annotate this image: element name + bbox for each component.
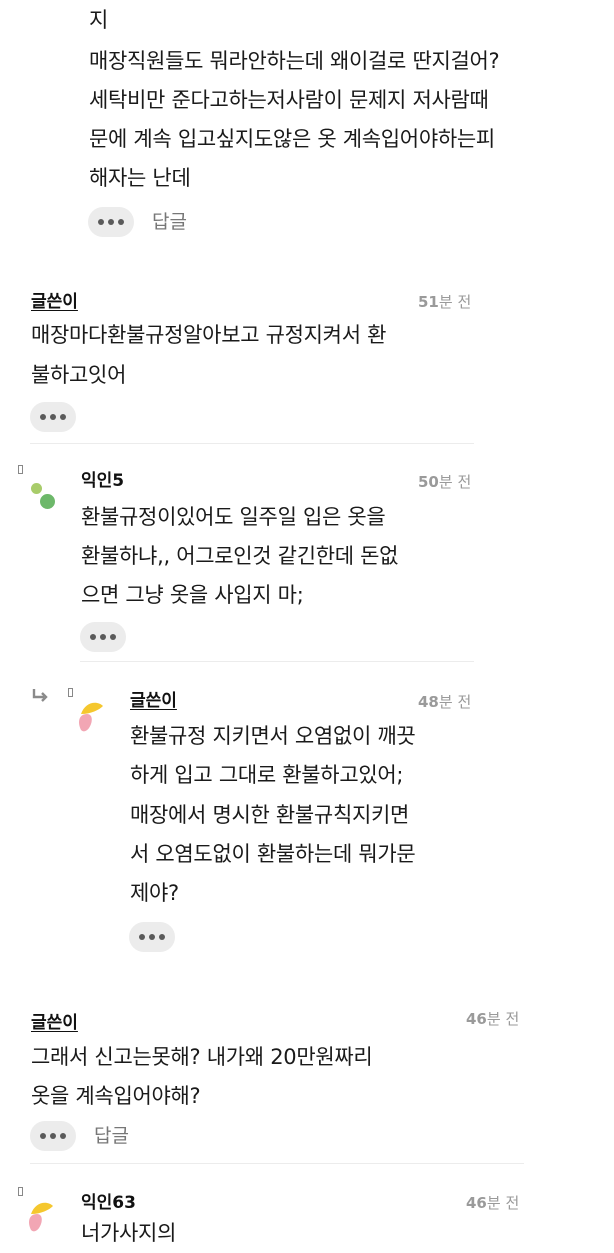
comment-line: 옷을 계속입어야해? [31,1084,201,1108]
comment-author[interactable]: 익인63 [81,1188,136,1213]
more-options-button[interactable] [30,1121,76,1151]
comment-line: 제야? [130,881,179,905]
comment-line: 지 [89,8,109,32]
reply-link[interactable]: 답글 [152,207,187,234]
more-options-button[interactable] [80,622,126,652]
comment-time: 48분 전 [418,693,472,711]
divider [30,1163,524,1164]
comment-author[interactable]: 글쓴이 [130,686,177,711]
more-options-button[interactable] [30,402,76,432]
checkbox-marker-icon [18,465,23,474]
comment-line: 환불규정이있어도 일주일 입은 옷을 [81,505,386,529]
checkbox-marker-icon [68,688,73,697]
comment-time: 50분 전 [418,473,472,491]
comment-line: 너가사지의 [81,1221,177,1245]
comment-line: 으면 그냥 옷을 사입지 마; [81,583,304,607]
comment-time: 51분 전 [418,293,472,311]
comment-line: 세탁비만 준다고하는저사람이 문제지 저사람때 [89,88,489,112]
divider [80,661,474,662]
comment-line: 환불규정 지키면서 오염없이 깨끗 [130,724,416,748]
avatar [29,1202,53,1232]
reply-arrow-icon [32,689,48,702]
comment-line: 서 오염도없이 환불하는데 뭐가문 [130,842,416,866]
green-dot-icon [31,483,42,494]
comment-line: 매장마다환불규정알아보고 규정지켜서 환 [31,323,387,347]
comment-line: 하게 입고 그대로 환불하고있어; [130,763,404,787]
comment-line: 매장직원들도 뭐라안하는데 왜이걸로 딴지걸어? [89,49,500,73]
comment-line: 문에 계속 입고싶지도않은 옷 계속입어야하는피 [89,127,495,151]
more-options-button[interactable] [129,922,175,952]
comment-line: 해자는 난데 [89,166,191,190]
checkbox-marker-icon [18,1187,23,1196]
comment-line: 매장에서 명시한 환불규칙지키면 [130,803,410,827]
comment-author[interactable]: 글쓴이 [31,287,78,312]
comment-author[interactable]: 글쓴이 [31,1008,78,1033]
reply-link[interactable]: 답글 [94,1121,129,1148]
comment-line: 그래서 신고는못해? 내가왜 20만원짜리 [31,1045,373,1069]
comment-line: 불하고잇어 [31,363,127,387]
comment-time: 46분 전 [466,1010,520,1028]
divider [30,443,474,444]
more-options-button[interactable] [88,207,134,237]
comment-time: 46분 전 [466,1194,520,1212]
comment-line: 환불하냐,, 어그로인것 같긴한데 돈없 [81,544,399,568]
comment-author[interactable]: 익인5 [81,466,124,491]
green-dot-icon [40,494,55,509]
avatar [79,702,103,732]
